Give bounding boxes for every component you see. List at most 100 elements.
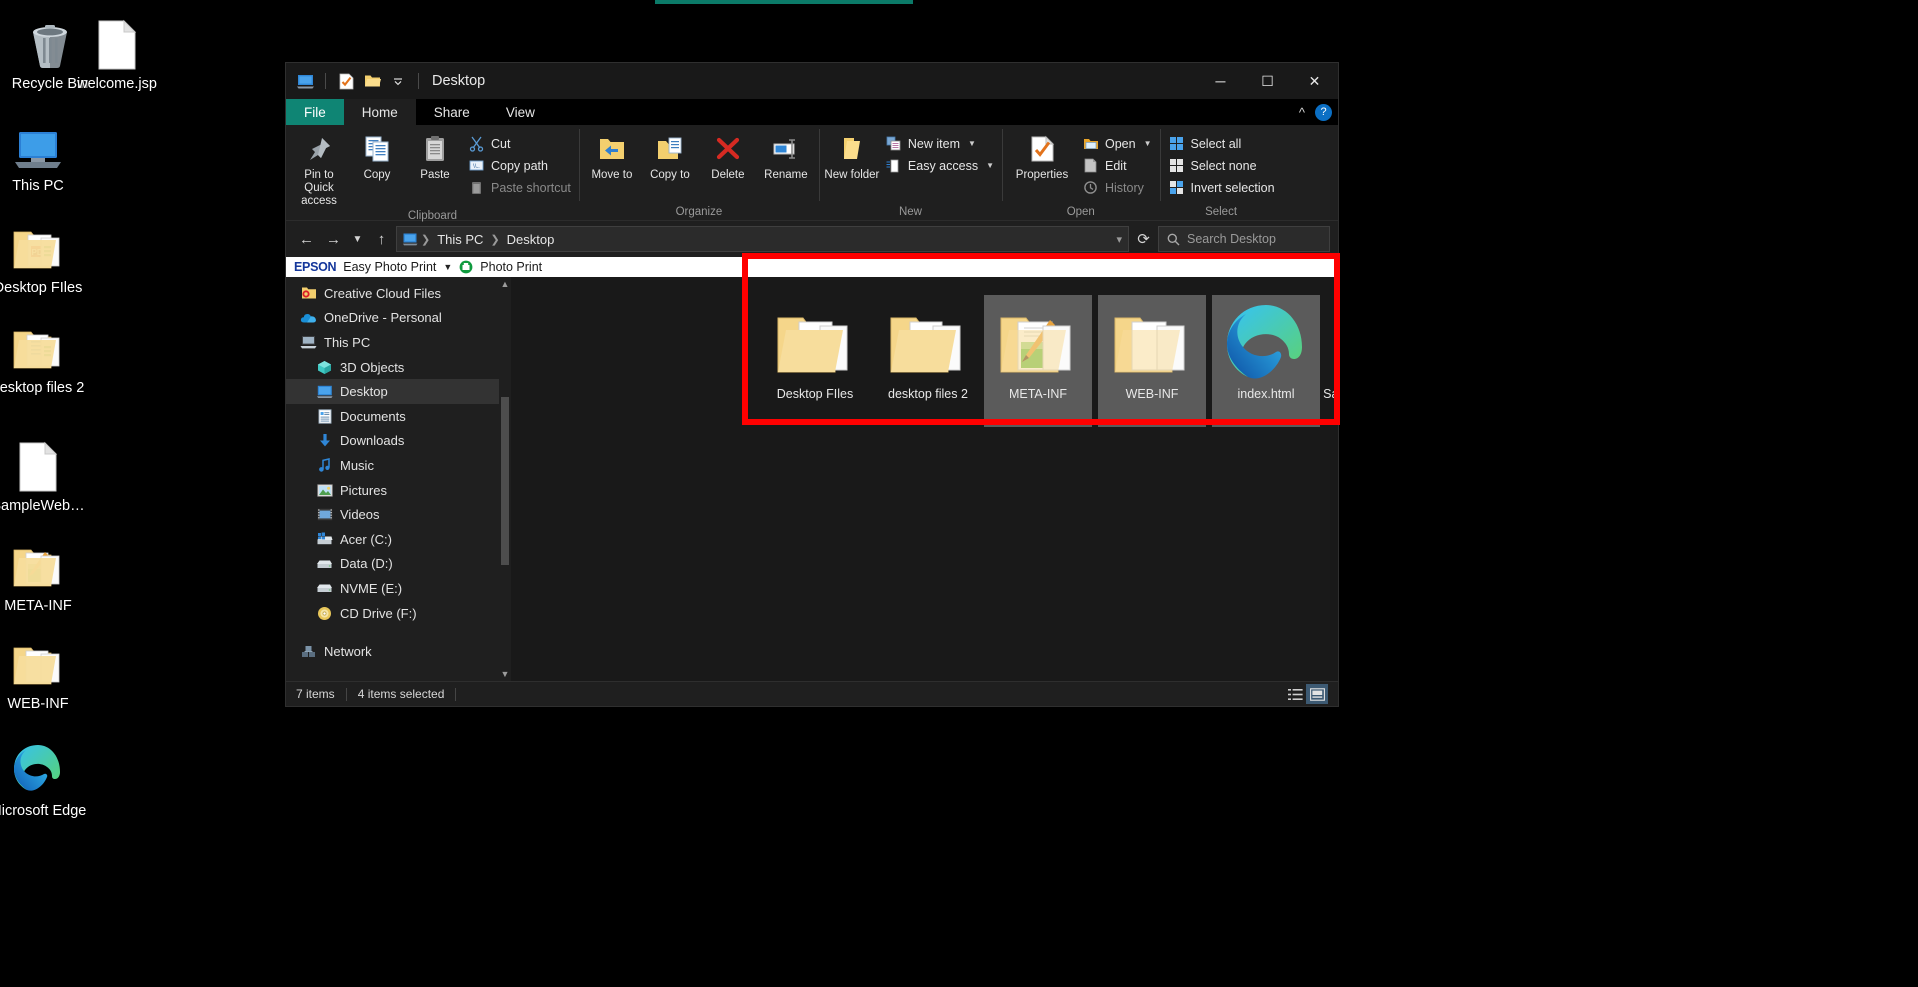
desktop-icon-welcome-jsp[interactable]: welcome.jsp — [62, 8, 172, 92]
close-button[interactable]: ✕ — [1291, 63, 1338, 99]
sidebar-item-downloads[interactable]: Downloads — [286, 429, 511, 454]
sidebar-item-onedrive-personal[interactable]: OneDrive - Personal — [286, 306, 511, 331]
back-button[interactable]: ← — [294, 227, 319, 252]
select-all-button[interactable]: Select all — [1164, 134, 1279, 153]
title-bar[interactable]: Desktop ─ ☐ ✕ — [286, 63, 1338, 99]
breadcrumb[interactable]: ❯ This PC ❯ Desktop ▾ — [396, 226, 1129, 252]
move-to-icon — [598, 132, 626, 166]
tab-home[interactable]: Home — [344, 99, 416, 125]
button-label: Paste — [420, 169, 449, 182]
sidebar-item-nvme-e[interactable]: NVME (E:) — [286, 576, 511, 601]
breadcrumb-item-this-pc[interactable]: This PC — [433, 232, 487, 247]
quick-access-toolbar[interactable] — [294, 70, 424, 92]
copy-to-button[interactable]: Copy to — [641, 129, 699, 182]
cut-button[interactable]: Cut — [464, 134, 575, 153]
new-item-button[interactable]: New item ▼ — [881, 134, 998, 153]
desktop-icon-this-pc[interactable]: This PC — [0, 110, 93, 194]
chevron-down-icon[interactable]: ▼ — [968, 139, 976, 148]
file-tile-web-inf[interactable]: WEB-INF — [1098, 295, 1206, 427]
invert-selection-button[interactable]: Invert selection — [1164, 178, 1279, 197]
copy-button[interactable]: Copy — [348, 129, 406, 182]
scroll-down-arrow[interactable]: ▼ — [499, 667, 511, 681]
properties-button[interactable]: Properties — [1006, 129, 1078, 182]
details-view-button[interactable] — [1284, 684, 1306, 704]
chevron-down-icon[interactable]: ▼ — [986, 161, 994, 170]
open-button[interactable]: Open ▼ — [1078, 134, 1156, 153]
up-button[interactable]: ↑ — [369, 227, 394, 252]
properties-icon[interactable] — [335, 70, 357, 92]
epson-toolbar[interactable]: EPSON Easy Photo Print ▼ Photo Print — [286, 257, 1338, 277]
chevron-down-icon[interactable]: ▾ — [1116, 233, 1122, 246]
copy-path-button[interactable]: \\.. Copy path — [464, 156, 575, 175]
tab-view[interactable]: View — [488, 99, 553, 125]
move-to-button[interactable]: Move to — [583, 129, 641, 182]
sidebar-item-acer-c[interactable]: Acer (C:) — [286, 527, 511, 552]
search-input[interactable]: Search Desktop — [1158, 226, 1330, 252]
file-list[interactable]: PDF Desktop FIles — [511, 277, 1338, 681]
delete-button[interactable]: Delete — [699, 129, 757, 182]
desktop-icon-desktop-files[interactable]: PDF Desktop FIles — [0, 212, 93, 296]
scrollbar-thumb[interactable] — [501, 397, 509, 565]
select-none-button[interactable]: Select none — [1164, 156, 1279, 175]
desktop-icon-web-inf[interactable]: WEB-INF — [0, 628, 93, 712]
easy-access-button[interactable]: Easy access ▼ — [881, 156, 998, 175]
chevron-down-icon[interactable]: ▼ — [443, 262, 452, 272]
desktop-icon-desktop-files-2[interactable]: desktop files 2 — [0, 312, 93, 396]
navigation-scrollbar[interactable]: ▲ ▼ — [499, 277, 511, 681]
minimize-button[interactable]: ─ — [1197, 63, 1244, 99]
pin-to-quick-access-button[interactable]: Pin to Quick access — [290, 129, 348, 208]
sidebar-item-this-pc[interactable]: This PC — [286, 330, 511, 355]
sidebar-item-3d-objects[interactable]: 3D Objects — [286, 355, 511, 380]
desktop-icon-samplewebapp[interactable]: SampleWeb… — [0, 430, 93, 514]
new-folder-button[interactable]: New folder — [823, 129, 881, 182]
maximize-button[interactable]: ☐ — [1244, 63, 1291, 99]
cd-drive-icon — [316, 605, 333, 622]
paste-shortcut-button[interactable]: Paste shortcut — [464, 178, 575, 197]
this-pc-icon[interactable] — [294, 70, 316, 92]
desktop-icon-meta-inf[interactable]: META-INF — [0, 530, 93, 614]
refresh-button[interactable]: ⟳ — [1131, 227, 1156, 252]
sidebar-item-data-d[interactable]: Data (D:) — [286, 552, 511, 577]
divider — [325, 73, 326, 89]
history-button[interactable]: History — [1078, 178, 1156, 197]
desktop-icon-edge[interactable]: Microsoft Edge — [0, 735, 93, 819]
this-pc-icon — [300, 334, 317, 351]
help-button[interactable]: ? — [1315, 104, 1332, 121]
sidebar-item-desktop[interactable]: Desktop — [286, 379, 511, 404]
file-tile-desktop-files[interactable]: PDF Desktop FIles — [761, 295, 869, 427]
tab-file[interactable]: File — [286, 99, 344, 125]
ribbon-tabs[interactable]: File Home Share View ^ ? — [286, 99, 1338, 125]
new-small-commands: New item ▼ Easy access ▼ — [881, 129, 998, 175]
file-tile-desktop-files-2[interactable]: desktop files 2 — [874, 295, 982, 427]
paste-button[interactable]: Paste — [406, 129, 464, 182]
recent-locations-button[interactable]: ▼ — [348, 227, 367, 252]
tab-share[interactable]: Share — [416, 99, 488, 125]
breadcrumb-item-desktop[interactable]: Desktop — [503, 232, 559, 247]
sidebar-item-videos[interactable]: Videos — [286, 502, 511, 527]
sidebar-item-pictures[interactable]: Pictures — [286, 478, 511, 503]
scroll-up-arrow[interactable]: ▲ — [499, 277, 511, 291]
sidebar-item-documents[interactable]: Documents — [286, 404, 511, 429]
chevron-up-icon[interactable]: ^ — [1299, 105, 1305, 120]
sidebar-item-cd-drive-f[interactable]: CD Drive (F:) — [286, 601, 511, 626]
epson-photo-print-action[interactable]: Photo Print — [480, 260, 542, 274]
customize-caret-icon[interactable] — [387, 70, 409, 92]
group-label: Organize — [583, 204, 815, 221]
file-tile-index-html[interactable]: index.html — [1212, 295, 1320, 427]
scissors-icon — [468, 135, 485, 152]
file-tile-samplewebapp-war[interactable]: SampleWebApp.war — [1326, 295, 1338, 427]
forward-button[interactable]: → — [321, 227, 346, 252]
file-explorer-window: Desktop ─ ☐ ✕ File Home Share View ^ ? — [285, 62, 1339, 707]
large-icons-view-button[interactable] — [1306, 684, 1328, 704]
sidebar-item-creative-cloud-files[interactable]: Creative Cloud Files — [286, 281, 511, 306]
file-tile-meta-inf[interactable]: META-INF — [984, 295, 1092, 427]
sidebar-item-network[interactable]: Network — [286, 639, 511, 664]
button-label: Paste shortcut — [491, 181, 571, 195]
sidebar-item-label: Acer (C:) — [340, 532, 392, 547]
sidebar-item-music[interactable]: Music — [286, 453, 511, 478]
explorer-content: Creative Cloud Files OneDrive - Personal — [286, 277, 1338, 681]
chevron-down-icon[interactable]: ▼ — [1144, 139, 1152, 148]
edit-button[interactable]: Edit — [1078, 156, 1156, 175]
new-folder-icon[interactable] — [361, 70, 383, 92]
rename-button[interactable]: Rename — [757, 129, 815, 182]
